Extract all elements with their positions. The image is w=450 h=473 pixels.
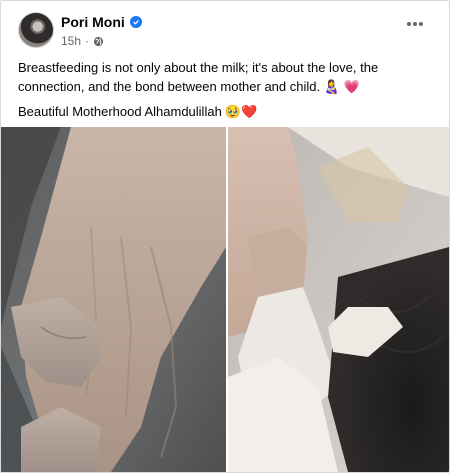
photo-hands-left[interactable] bbox=[1, 127, 226, 472]
globe-icon[interactable] bbox=[93, 36, 104, 47]
photo-baby-hand-right[interactable] bbox=[228, 127, 449, 472]
author-row: Pori Moni bbox=[61, 14, 142, 30]
photo-grid bbox=[1, 127, 449, 472]
avatar[interactable] bbox=[18, 12, 54, 48]
post-header: Pori Moni 15h · bbox=[18, 11, 428, 51]
emoji-teary-heart: 🥹❤️ bbox=[224, 104, 258, 119]
post-meta: 15h · bbox=[61, 34, 104, 48]
post-timestamp[interactable]: 15h bbox=[61, 34, 81, 48]
post-text-line2: Beautiful Motherhood Alhamdulillah 🥹❤️ bbox=[18, 104, 258, 119]
author-name[interactable]: Pori Moni bbox=[61, 14, 125, 30]
post-card: Pori Moni 15h · Breastfeeding is not onl… bbox=[0, 0, 450, 473]
more-options-button[interactable] bbox=[402, 13, 428, 35]
verified-badge-icon bbox=[129, 16, 142, 28]
emoji-mother-heart: 👩‍🍼 💗 bbox=[323, 79, 360, 94]
post-text-line1: Breastfeeding is not only about the milk… bbox=[18, 60, 379, 94]
